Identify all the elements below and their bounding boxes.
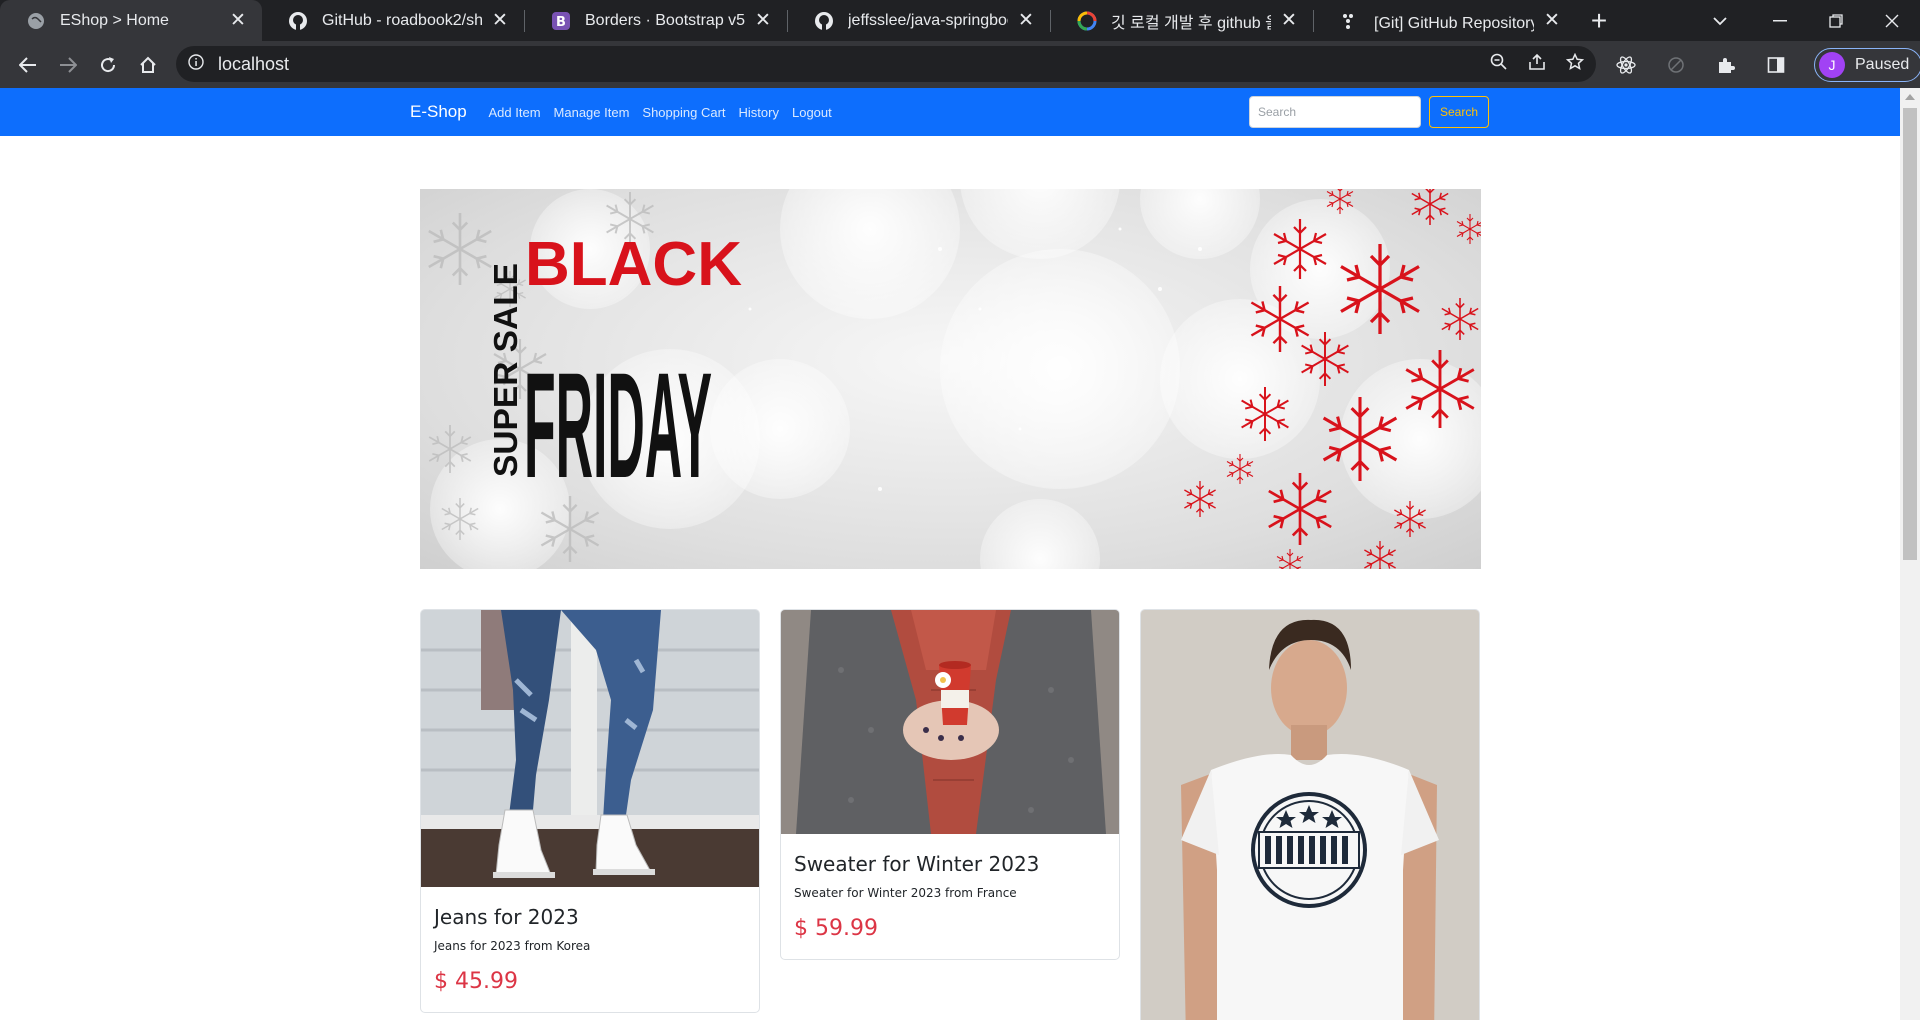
back-arrow-icon[interactable] [8, 45, 48, 85]
zoom-icon[interactable] [1490, 53, 1508, 76]
browser-tab-strip: EShop > Home ✕ GitHub - roadbook2/shop ✕… [0, 0, 1920, 41]
github-icon [288, 11, 308, 31]
product-description: Jeans for 2023 from Korea [434, 939, 591, 953]
search-form: Search [1249, 96, 1490, 128]
nav-links: Add Item Manage Item Shopping Cart Histo… [482, 88, 838, 136]
nav-link-manage-item[interactable]: Manage Item [547, 105, 636, 120]
bookmark-star-icon[interactable] [1565, 52, 1585, 76]
navbar-brand[interactable]: E-Shop [410, 88, 467, 136]
site-info-icon[interactable] [188, 53, 204, 75]
avatar: J [1819, 51, 1845, 78]
nav-link-logout[interactable]: Logout [785, 105, 838, 120]
browser-tab[interactable]: 깃 로컬 개발 후 github 올리 ✕ [1051, 0, 1313, 41]
search-input[interactable] [1249, 96, 1421, 128]
extension-disabled-icon[interactable] [1656, 45, 1696, 85]
close-icon[interactable]: ✕ [1016, 10, 1036, 31]
tab-search-chevron-icon[interactable] [1702, 0, 1738, 41]
product-image-tshirt [1141, 610, 1479, 1020]
profile-button[interactable]: J Paused [1814, 47, 1920, 82]
url-text: localhost [218, 53, 290, 74]
product-card[interactable]: Jeans for 2023 Jeans for 2023 from Korea… [420, 609, 760, 1013]
reload-icon[interactable] [88, 45, 128, 85]
window-close-icon[interactable] [1864, 0, 1920, 41]
side-panel-icon[interactable] [1756, 45, 1796, 85]
banner-headline-black: BLACK [525, 230, 742, 299]
product-card[interactable] [1140, 609, 1480, 1020]
search-button[interactable]: Search [1429, 96, 1490, 128]
extensions-area: J Paused [1606, 41, 1920, 88]
tab-title: EShop > Home [60, 11, 169, 29]
window-controls [1752, 0, 1920, 41]
puzzle-icon[interactable] [1706, 45, 1746, 85]
browser-toolbar: localhost J Paused [0, 41, 1920, 88]
react-devtools-icon[interactable] [1606, 45, 1646, 85]
browser-tab[interactable]: GitHub - roadbook2/shop ✕ [262, 0, 524, 41]
product-title: Sweater for Winter 2023 [794, 852, 1040, 876]
site-navbar: E-Shop Add Item Manage Item Shopping Car… [0, 88, 1900, 136]
github-icon [814, 11, 834, 31]
forward-arrow-icon[interactable] [48, 45, 88, 85]
svg-text:B: B [556, 15, 566, 30]
tab-title: Borders · Bootstrap v5.3 [585, 11, 745, 29]
new-tab-button[interactable]: + [1576, 0, 1622, 41]
restore-icon[interactable] [1808, 0, 1864, 41]
home-icon[interactable] [128, 45, 168, 85]
close-icon[interactable]: ✕ [1542, 10, 1562, 31]
close-icon[interactable]: ✕ [753, 10, 773, 31]
share-icon[interactable] [1528, 53, 1546, 76]
card-body: Jeans for 2023 Jeans for 2023 from Korea… [421, 892, 759, 1012]
page-viewport: E-Shop Add Item Manage Item Shopping Car… [0, 88, 1920, 1020]
nav-link-shopping-cart[interactable]: Shopping Cart [636, 105, 732, 120]
card-body: Sweater for Winter 2023 Sweater for Wint… [781, 839, 1119, 959]
browser-tab[interactable]: jeffsslee/java-springboot-e ✕ [788, 0, 1050, 41]
scrollbar-thumb[interactable] [1903, 108, 1917, 560]
browser-tab-active[interactable]: EShop > Home ✕ [0, 0, 262, 41]
globe-icon [26, 11, 46, 31]
banner-artwork: BLACK FRIDAY SUPER SALE [427, 189, 1481, 569]
banner-vertical-text: SUPER SALE [487, 263, 524, 477]
page-scrollbar[interactable] [1900, 88, 1920, 1020]
tab-title: jeffsslee/java-springboot-e [848, 11, 1008, 29]
product-card[interactable]: Sweater for Winter 2023 Sweater for Wint… [780, 609, 1120, 960]
product-price: $ 45.99 [434, 969, 518, 994]
browser-tab[interactable]: [Git] GitHub Repository 생성 ✕ [1314, 0, 1576, 41]
close-icon[interactable]: ✕ [490, 10, 510, 31]
nav-link-history[interactable]: History [732, 105, 785, 120]
bootstrap-icon: B [551, 11, 571, 31]
google-icon [1077, 11, 1097, 31]
blog-icon [1340, 11, 1360, 31]
product-title: Jeans for 2023 [434, 905, 579, 929]
close-icon[interactable]: ✕ [228, 10, 248, 31]
minimize-icon[interactable] [1752, 0, 1808, 41]
tab-title: [Git] GitHub Repository 생성 [1374, 14, 1534, 32]
close-icon[interactable]: ✕ [1279, 10, 1299, 31]
tab-title: 깃 로컬 개발 후 github 올리 [1111, 14, 1271, 32]
product-image-sweater [781, 610, 1119, 834]
scroll-up-arrow-icon[interactable] [1905, 94, 1915, 100]
product-description: Sweater for Winter 2023 from France [794, 886, 1017, 900]
profile-status: Paused [1855, 55, 1910, 73]
address-bar[interactable]: localhost [176, 46, 1596, 82]
nav-link-add-item[interactable]: Add Item [482, 105, 547, 120]
banner-headline-friday: FRIDAY [524, 341, 712, 509]
browser-tab[interactable]: B Borders · Bootstrap v5.3 ✕ [525, 0, 787, 41]
tab-title: GitHub - roadbook2/shop [322, 11, 482, 29]
product-price: $ 59.99 [794, 916, 878, 941]
product-image-jeans [421, 610, 759, 887]
black-friday-banner: BLACK FRIDAY SUPER SALE [420, 189, 1481, 569]
